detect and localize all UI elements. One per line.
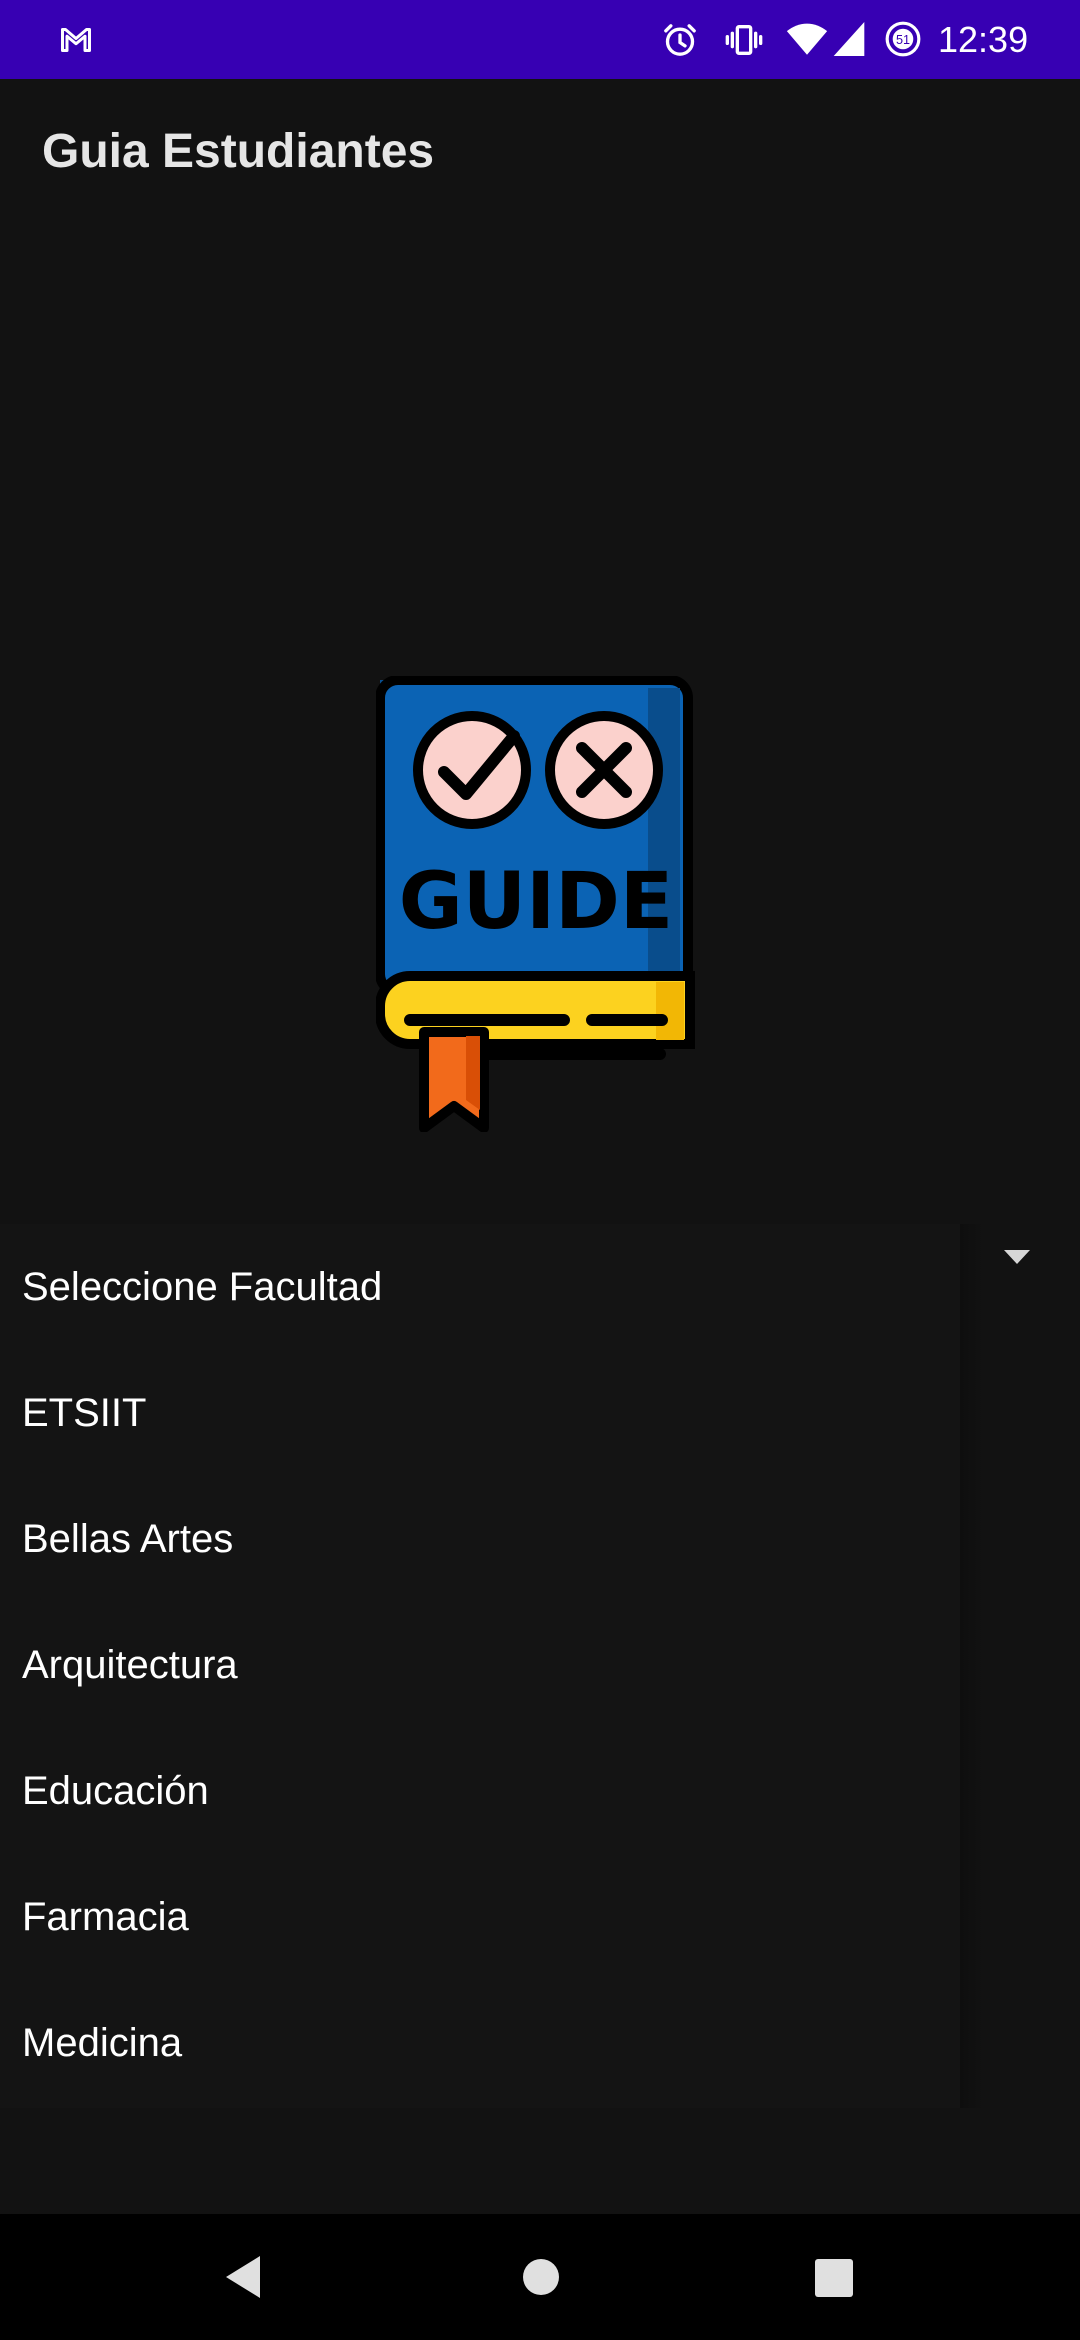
home-icon[interactable] bbox=[522, 2258, 560, 2296]
faculty-option-educacion[interactable]: Educación bbox=[0, 1728, 960, 1854]
screen: 51 12:39 Guia Estudiantes GUIDE Seleccio… bbox=[0, 0, 1080, 2340]
vibrate-icon bbox=[725, 25, 763, 55]
data-saver-icon: 51 bbox=[885, 21, 921, 57]
dropdown-shadow bbox=[960, 1224, 984, 2108]
recents-icon[interactable] bbox=[814, 2258, 854, 2298]
app-title: Guia Estudiantes bbox=[42, 125, 435, 178]
cell-signal-icon bbox=[833, 22, 865, 56]
svg-text:51: 51 bbox=[896, 33, 910, 47]
logo-text: GUIDE bbox=[399, 857, 673, 947]
navigation-bar bbox=[0, 2214, 1080, 2340]
faculty-option-etsiit[interactable]: ETSIIT bbox=[0, 1350, 960, 1476]
faculty-option-farmacia[interactable]: Farmacia bbox=[0, 1854, 960, 1980]
faculty-dropdown-list: Seleccione Facultad ETSIIT Bellas Artes … bbox=[0, 1224, 960, 2108]
guide-book-logo: GUIDE bbox=[376, 676, 695, 1132]
faculty-option-arquitectura[interactable]: Arquitectura bbox=[0, 1602, 960, 1728]
alarm-icon bbox=[664, 24, 696, 56]
wifi-icon bbox=[786, 23, 828, 55]
status-bar: 51 12:39 bbox=[0, 0, 1080, 79]
back-icon[interactable] bbox=[222, 2254, 262, 2300]
gmail-icon bbox=[61, 28, 91, 52]
dropdown-arrow-icon[interactable] bbox=[1002, 1248, 1032, 1266]
faculty-option-seleccione[interactable]: Seleccione Facultad bbox=[0, 1224, 960, 1350]
faculty-option-bellas-artes[interactable]: Bellas Artes bbox=[0, 1476, 960, 1602]
status-time: 12:39 bbox=[938, 19, 1029, 60]
faculty-option-medicina[interactable]: Medicina bbox=[0, 1980, 960, 2106]
